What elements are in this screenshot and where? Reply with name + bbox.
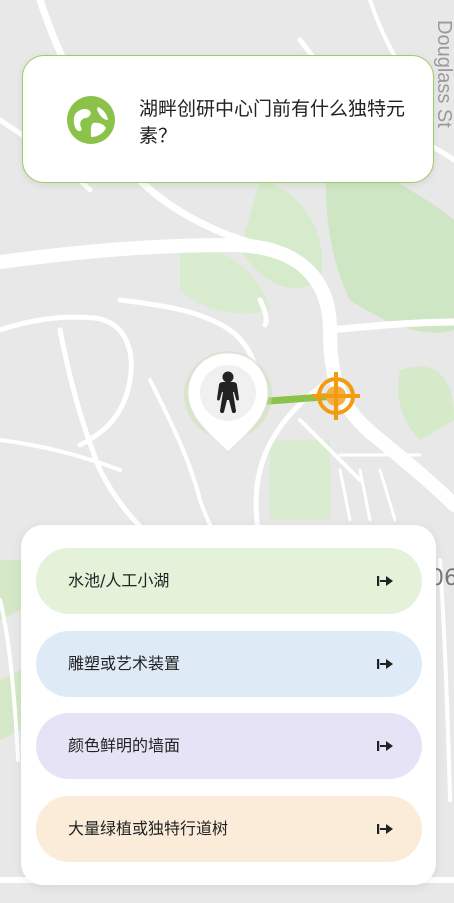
arrow-right-icon [377,824,393,834]
answer-option-1[interactable]: 水池/人工小湖 [36,548,422,614]
question-card: 湖畔创研中心门前有什么独特元素？ [22,55,434,183]
street-label: Douglass St [433,20,454,128]
answer-option-label: 水池/人工小湖 [68,571,170,590]
answer-option-label: 雕塑或艺术装置 [68,654,181,673]
arrow-right-icon [377,659,393,669]
answer-option-3[interactable]: 颜色鲜明的墙面 [36,713,422,779]
map-pin-globe-icon [67,96,115,144]
answer-option-label: 大量绿植或独特行道树 [68,819,229,838]
answer-option-label: 颜色鲜明的墙面 [68,736,181,755]
arrow-right-icon [377,741,393,751]
question-text: 湖畔创研中心门前有什么独特元素？ [139,98,406,147]
answers-panel: 水池/人工小湖 雕塑或艺术装置 颜色鲜明的墙面 大量绿植或独特行道树 [21,525,436,885]
park-area [270,440,330,520]
answer-option-2[interactable]: 雕塑或艺术装置 [36,631,422,697]
answer-option-4[interactable]: 大量绿植或独特行道树 [36,796,422,862]
arrow-right-icon [377,576,393,586]
